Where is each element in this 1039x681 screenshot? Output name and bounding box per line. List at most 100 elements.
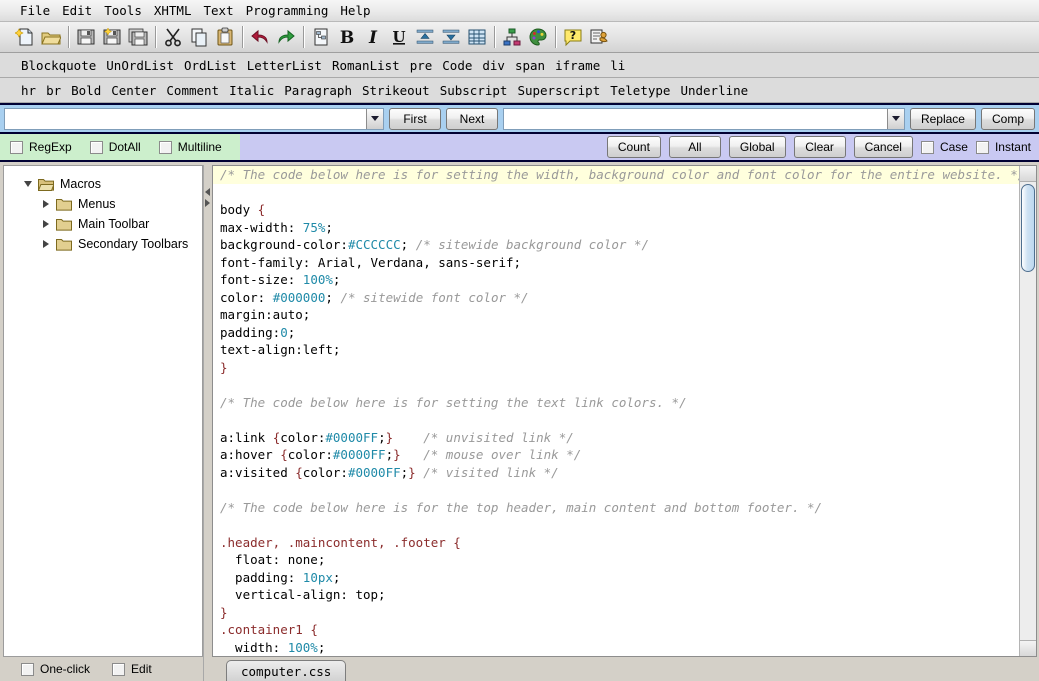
tag-button-hr[interactable]: hr: [16, 83, 41, 98]
code-line[interactable]: padding:0;: [213, 324, 1019, 342]
code-line[interactable]: a:hover {color:#0000FF;} /* mouse over l…: [213, 446, 1019, 464]
underline-icon[interactable]: U: [387, 25, 411, 49]
save-all-icon[interactable]: [126, 25, 150, 49]
code-line[interactable]: a:link {color:#0000FF;} /* unvisited lin…: [213, 429, 1019, 447]
tag-button-paragraph[interactable]: Paragraph: [279, 83, 357, 98]
checkbox-edit[interactable]: Edit: [112, 662, 152, 676]
code-line[interactable]: }: [213, 604, 1019, 622]
clear-button[interactable]: Clear: [793, 136, 846, 158]
indent-decrease-icon[interactable]: [413, 25, 437, 49]
table-icon[interactable]: [465, 25, 489, 49]
chevron-right-icon[interactable]: [38, 220, 54, 228]
replace-button[interactable]: Replace: [909, 107, 976, 130]
scroll-track[interactable]: [1020, 182, 1036, 640]
code-line[interactable]: font-family: Arial, Verdana, sans-serif;: [213, 254, 1019, 272]
code-line[interactable]: a:visited {color:#0000FF;} /* visited li…: [213, 464, 1019, 482]
code-line[interactable]: margin:auto;: [213, 306, 1019, 324]
tag-button-italic[interactable]: Italic: [224, 83, 279, 98]
code-line[interactable]: [213, 184, 1019, 202]
open-folder-icon[interactable]: [39, 25, 63, 49]
code-line[interactable]: [213, 411, 1019, 429]
chevron-right-icon[interactable]: [38, 200, 54, 208]
macros-tree[interactable]: Macros Menus Main Toolbar Secondary Toolbar…: [3, 165, 203, 657]
search-history-chevron-down-icon[interactable]: [366, 108, 383, 129]
code-line[interactable]: background-color:#CCCCCC; /* sitewide ba…: [213, 236, 1019, 254]
italic-icon[interactable]: I: [361, 25, 385, 49]
tag-button-strikeout[interactable]: Strikeout: [357, 83, 435, 98]
chevron-down-icon[interactable]: [20, 181, 36, 187]
code-line[interactable]: /* The code below here is for setting th…: [213, 394, 1019, 412]
redo-arrow-icon[interactable]: [274, 25, 298, 49]
comp-button[interactable]: Comp: [980, 107, 1035, 130]
code-line[interactable]: padding: 10px;: [213, 569, 1019, 587]
code-line[interactable]: }: [213, 359, 1019, 377]
help-question-icon[interactable]: ?: [561, 25, 585, 49]
checkbox-regexp[interactable]: RegExp: [10, 140, 72, 154]
tag-button-code[interactable]: Code: [437, 58, 477, 73]
find-first-button[interactable]: First: [389, 107, 441, 130]
menu-item-edit[interactable]: Edit: [56, 2, 98, 20]
global-button[interactable]: Global: [728, 136, 786, 158]
code-line[interactable]: [213, 376, 1019, 394]
checkbox-case[interactable]: Case: [920, 140, 968, 154]
code-line[interactable]: vertical-align: top;: [213, 586, 1019, 604]
checkbox-multiline[interactable]: Multiline: [158, 140, 222, 154]
undo-arrow-icon[interactable]: [248, 25, 272, 49]
tree-item-main-toolbar[interactable]: Main Toolbar: [4, 214, 202, 234]
checkbox-instant-box[interactable]: [975, 140, 989, 154]
bold-icon[interactable]: B: [335, 25, 359, 49]
checkbox-dotall-box[interactable]: [89, 140, 103, 154]
code-line[interactable]: color: #000000; /* sitewide font color *…: [213, 289, 1019, 307]
cancel-button[interactable]: Cancel: [853, 136, 913, 158]
scroll-down-button[interactable]: [1020, 640, 1036, 656]
paste-clipboard-icon[interactable]: [213, 25, 237, 49]
code-line[interactable]: width: 100%;: [213, 639, 1019, 657]
tree-item-menus[interactable]: Menus: [4, 194, 202, 214]
cut-scissors-icon[interactable]: [161, 25, 185, 49]
code-line[interactable]: .header, .maincontent, .footer {: [213, 534, 1019, 552]
tag-button-bold[interactable]: Bold: [66, 83, 106, 98]
code-line[interactable]: max-width: 75%;: [213, 219, 1019, 237]
new-file-icon[interactable]: [13, 25, 37, 49]
replace-input[interactable]: [504, 108, 887, 129]
document-tab-computer-css[interactable]: computer.css: [226, 660, 347, 681]
menu-item-tools[interactable]: Tools: [98, 2, 148, 20]
count-button[interactable]: Count: [606, 136, 661, 158]
menu-item-file[interactable]: File: [14, 2, 56, 20]
checkbox-one-click-box[interactable]: [21, 662, 34, 676]
tag-button-romanlist[interactable]: RomanList: [327, 58, 405, 73]
color-palette-icon[interactable]: [526, 25, 550, 49]
tag-button-iframe[interactable]: iframe: [550, 58, 605, 73]
tag-button-span[interactable]: span: [510, 58, 550, 73]
tag-button-br[interactable]: br: [41, 83, 66, 98]
checkbox-multiline-box[interactable]: [158, 140, 172, 154]
all-button[interactable]: All: [668, 136, 721, 158]
code-line[interactable]: .container1 {: [213, 621, 1019, 639]
tag-button-superscript[interactable]: Superscript: [512, 83, 605, 98]
tag-button-underline[interactable]: Underline: [675, 83, 753, 98]
scroll-thumb[interactable]: [1021, 184, 1035, 272]
tag-button-ordlist[interactable]: OrdList: [179, 58, 242, 73]
chevron-right-icon[interactable]: [38, 240, 54, 248]
tree-item-macros[interactable]: Macros: [4, 174, 202, 194]
menu-item-xhtml[interactable]: XHTML: [148, 2, 198, 20]
scroll-up-button[interactable]: [1020, 166, 1036, 182]
search-combo[interactable]: [4, 107, 384, 130]
menu-item-programming[interactable]: Programming: [240, 2, 335, 20]
code-line[interactable]: /* The code below here is for the top he…: [213, 499, 1019, 517]
save-as-icon[interactable]: [100, 25, 124, 49]
tag-button-div[interactable]: div: [477, 58, 510, 73]
code-line[interactable]: float: none;: [213, 551, 1019, 569]
tag-button-subscript[interactable]: Subscript: [435, 83, 513, 98]
tree-item-secondary-toolbars[interactable]: Secondary Toolbars: [4, 234, 202, 254]
tag-button-center[interactable]: Center: [106, 83, 161, 98]
checkbox-regexp-box[interactable]: [10, 140, 23, 154]
tag-button-teletype[interactable]: Teletype: [605, 83, 675, 98]
replace-combo[interactable]: [503, 107, 905, 130]
tag-button-pre[interactable]: pre: [405, 58, 438, 73]
menu-item-help[interactable]: Help: [334, 2, 376, 20]
find-next-button[interactable]: Next: [446, 107, 498, 130]
tag-button-blockquote[interactable]: Blockquote: [16, 58, 101, 73]
checkbox-instant[interactable]: Instant: [975, 140, 1031, 154]
code-line[interactable]: /* The code below here is for setting th…: [213, 166, 1019, 184]
